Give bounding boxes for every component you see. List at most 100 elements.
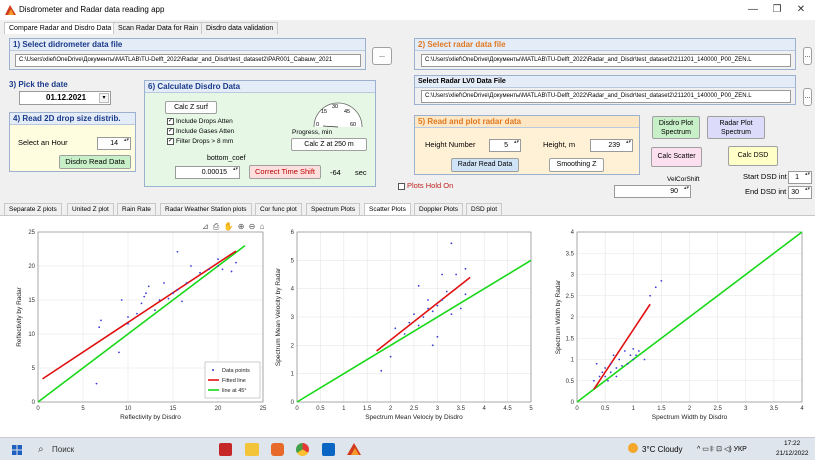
x-tick-label: 0.5 (601, 406, 610, 412)
chrome-icon[interactable] (296, 443, 309, 456)
disdro-path-field[interactable]: C:\Users\xlief\OneDrive\Документы\MATLAB… (15, 54, 361, 67)
smoothing-z-button[interactable]: Smoothing Z (549, 158, 604, 172)
data-point (607, 379, 609, 382)
panel-title: 1) Select didrometer data file (10, 39, 365, 51)
bottom-coef-spinner[interactable]: 0.00015 (175, 166, 240, 179)
include-gases-checkbox[interactable]: ✓ Include Gases Atten (167, 128, 234, 135)
data-point (163, 282, 165, 284)
close-button[interactable]: ✕ (790, 3, 812, 17)
chevron-down-icon[interactable]: ▾ (99, 93, 109, 103)
plots-hold-on-checkbox[interactable]: Plots Hold On (398, 181, 453, 190)
data-point (118, 351, 120, 354)
data-point (595, 362, 598, 365)
include-drops-checkbox[interactable]: ✓ Include Drops Atten (167, 118, 233, 125)
office-icon[interactable] (271, 443, 284, 456)
tab-radar-weather[interactable]: Radar Weather Station plots (160, 203, 252, 215)
minimize-button[interactable]: — (742, 3, 764, 17)
windows-start-icon[interactable] (12, 445, 22, 455)
calc-z-surf-button[interactable]: Calc Z surf (165, 101, 217, 114)
height-m-spinner[interactable]: 239 (590, 139, 633, 152)
panel-title: 3) Pick the date (9, 80, 68, 89)
x-tick-label: 10 (125, 406, 132, 412)
y-axis-label: Spectrum Width by Radar (555, 279, 562, 354)
start-dsd-spinner[interactable]: 1 (788, 171, 812, 184)
tab-disdro-validation[interactable]: Disdro data validation (201, 22, 279, 34)
search-icon[interactable]: ⌕ (38, 444, 44, 455)
y-tick-label: 15 (28, 298, 35, 304)
tab-scan-radar[interactable]: Scan Radar Data for Rain (113, 22, 204, 34)
matlab-icon[interactable] (347, 442, 361, 458)
browse-radar-button[interactable]: ... (803, 47, 812, 65)
date-picker[interactable]: 01.12.2021 (19, 91, 111, 105)
tab-united-z[interactable]: United Z plot (67, 203, 114, 215)
taskbar-search[interactable]: Поиск (52, 445, 74, 454)
data-point (172, 292, 174, 295)
tab-doppler-plots[interactable]: Doppler Plots (414, 203, 464, 215)
x-tick-label: 1 (632, 406, 636, 412)
browse-disdro-button[interactable]: ... (372, 47, 392, 65)
fitted-line (42, 250, 237, 380)
data-point (147, 285, 150, 288)
panel-select-disdrometer: 1) Select didrometer data file C:\Users\… (9, 38, 366, 70)
filter-drops-checkbox[interactable]: ✓ Filter Drops > 8 mm (167, 138, 233, 145)
panel-title: 4) Read 2D drop size distrib. (10, 113, 135, 125)
velcorshift-spinner[interactable]: 90 (614, 185, 691, 198)
gauge-tick-0: 0 (316, 122, 319, 128)
data-point (459, 307, 462, 310)
clock-date[interactable]: 21/12/2022 (776, 450, 809, 457)
hour-spinner[interactable]: 14 (97, 137, 131, 150)
x-tick-label: 15 (170, 406, 177, 412)
taskbar: ⌕ Поиск 3°C Cloudy ^ ▭ 𝄆 ⊡ ◁) УКР 17:22 … (0, 437, 815, 460)
legend-label: Fitted line (222, 378, 246, 384)
y-tick-label: 2 (291, 343, 295, 349)
radar-read-button[interactable]: Radar Read Data (451, 158, 519, 172)
data-point (217, 258, 219, 261)
axes-toolbar[interactable]: ⊿ ⎙ ✋ ⊕ ⊖ ⌂ (202, 222, 265, 232)
data-point (626, 362, 629, 365)
clock-time[interactable]: 17:22 (784, 440, 800, 447)
tab-dsd-plot[interactable]: DSD plot (466, 203, 503, 215)
data-point (660, 279, 663, 282)
legend-marker (212, 369, 214, 371)
tab-scatter-plots[interactable]: Scatter Plots (364, 203, 411, 215)
x-tick-label: 3.5 (770, 406, 779, 412)
gauge-tick-45: 45 (344, 109, 350, 115)
correct-time-shift-button[interactable]: Correct Time Shift (249, 165, 321, 179)
browse-lv0-button[interactable]: ... (803, 88, 812, 106)
data-point (450, 313, 453, 316)
calc-dsd-button[interactable]: Calc DSD (728, 146, 778, 166)
data-point (654, 286, 657, 289)
data-point (190, 265, 192, 267)
tab-separate-z[interactable]: Separate Z plots (4, 203, 62, 215)
height-m-label: Height, m (543, 140, 576, 149)
calc-z-250-button[interactable]: Calc Z at 250 m (291, 138, 367, 151)
radar-plot-spectrum-button[interactable]: Radar Plot Spectrum (707, 116, 765, 139)
height-number-spinner[interactable]: 5 (489, 139, 521, 152)
maximize-button[interactable]: ❐ (766, 3, 788, 17)
end-dsd-spinner[interactable]: 30 (788, 186, 812, 199)
tab-rain-rate[interactable]: Rain Rate (117, 203, 156, 215)
data-point (436, 335, 439, 338)
lv0-path-field[interactable]: C:\Users\xlief\OneDrive\Документы\MATLAB… (421, 90, 791, 103)
data-point (455, 273, 458, 276)
tab-spectrum-plots[interactable]: Spectrum Plots (306, 203, 361, 215)
y-tick-label: 0 (571, 400, 575, 406)
disdro-plot-spectrum-button[interactable]: Disdro Plot Spectrum (652, 116, 700, 139)
calc-scatter-button[interactable]: Calc Scatter (651, 147, 702, 167)
data-point (643, 358, 646, 361)
acrobat-icon[interactable] (219, 443, 232, 456)
data-point (100, 319, 102, 322)
system-tray[interactable]: ^ ▭ 𝄆 ⊡ ◁) УКР (697, 445, 747, 454)
x-tick-label: 25 (260, 406, 267, 412)
data-point (618, 358, 621, 361)
y-tick-label: 10 (28, 332, 35, 338)
panel-pick-date: 3) Pick the date 01.12.2021 ▾ (9, 80, 129, 110)
tab-cor-func[interactable]: Cor func plot (255, 203, 302, 215)
disdro-read-button[interactable]: Disdro Read Data (59, 155, 131, 169)
data-point (380, 369, 383, 372)
weather-text[interactable]: 3°C Cloudy (642, 445, 683, 454)
outlook-icon[interactable] (322, 443, 335, 456)
radar-path-field[interactable]: C:\Users\xlief\OneDrive\Документы\MATLAB… (421, 54, 791, 67)
file-explorer-icon[interactable] (245, 443, 259, 456)
tab-compare[interactable]: Compare Radar and Disdro Data (4, 22, 117, 34)
